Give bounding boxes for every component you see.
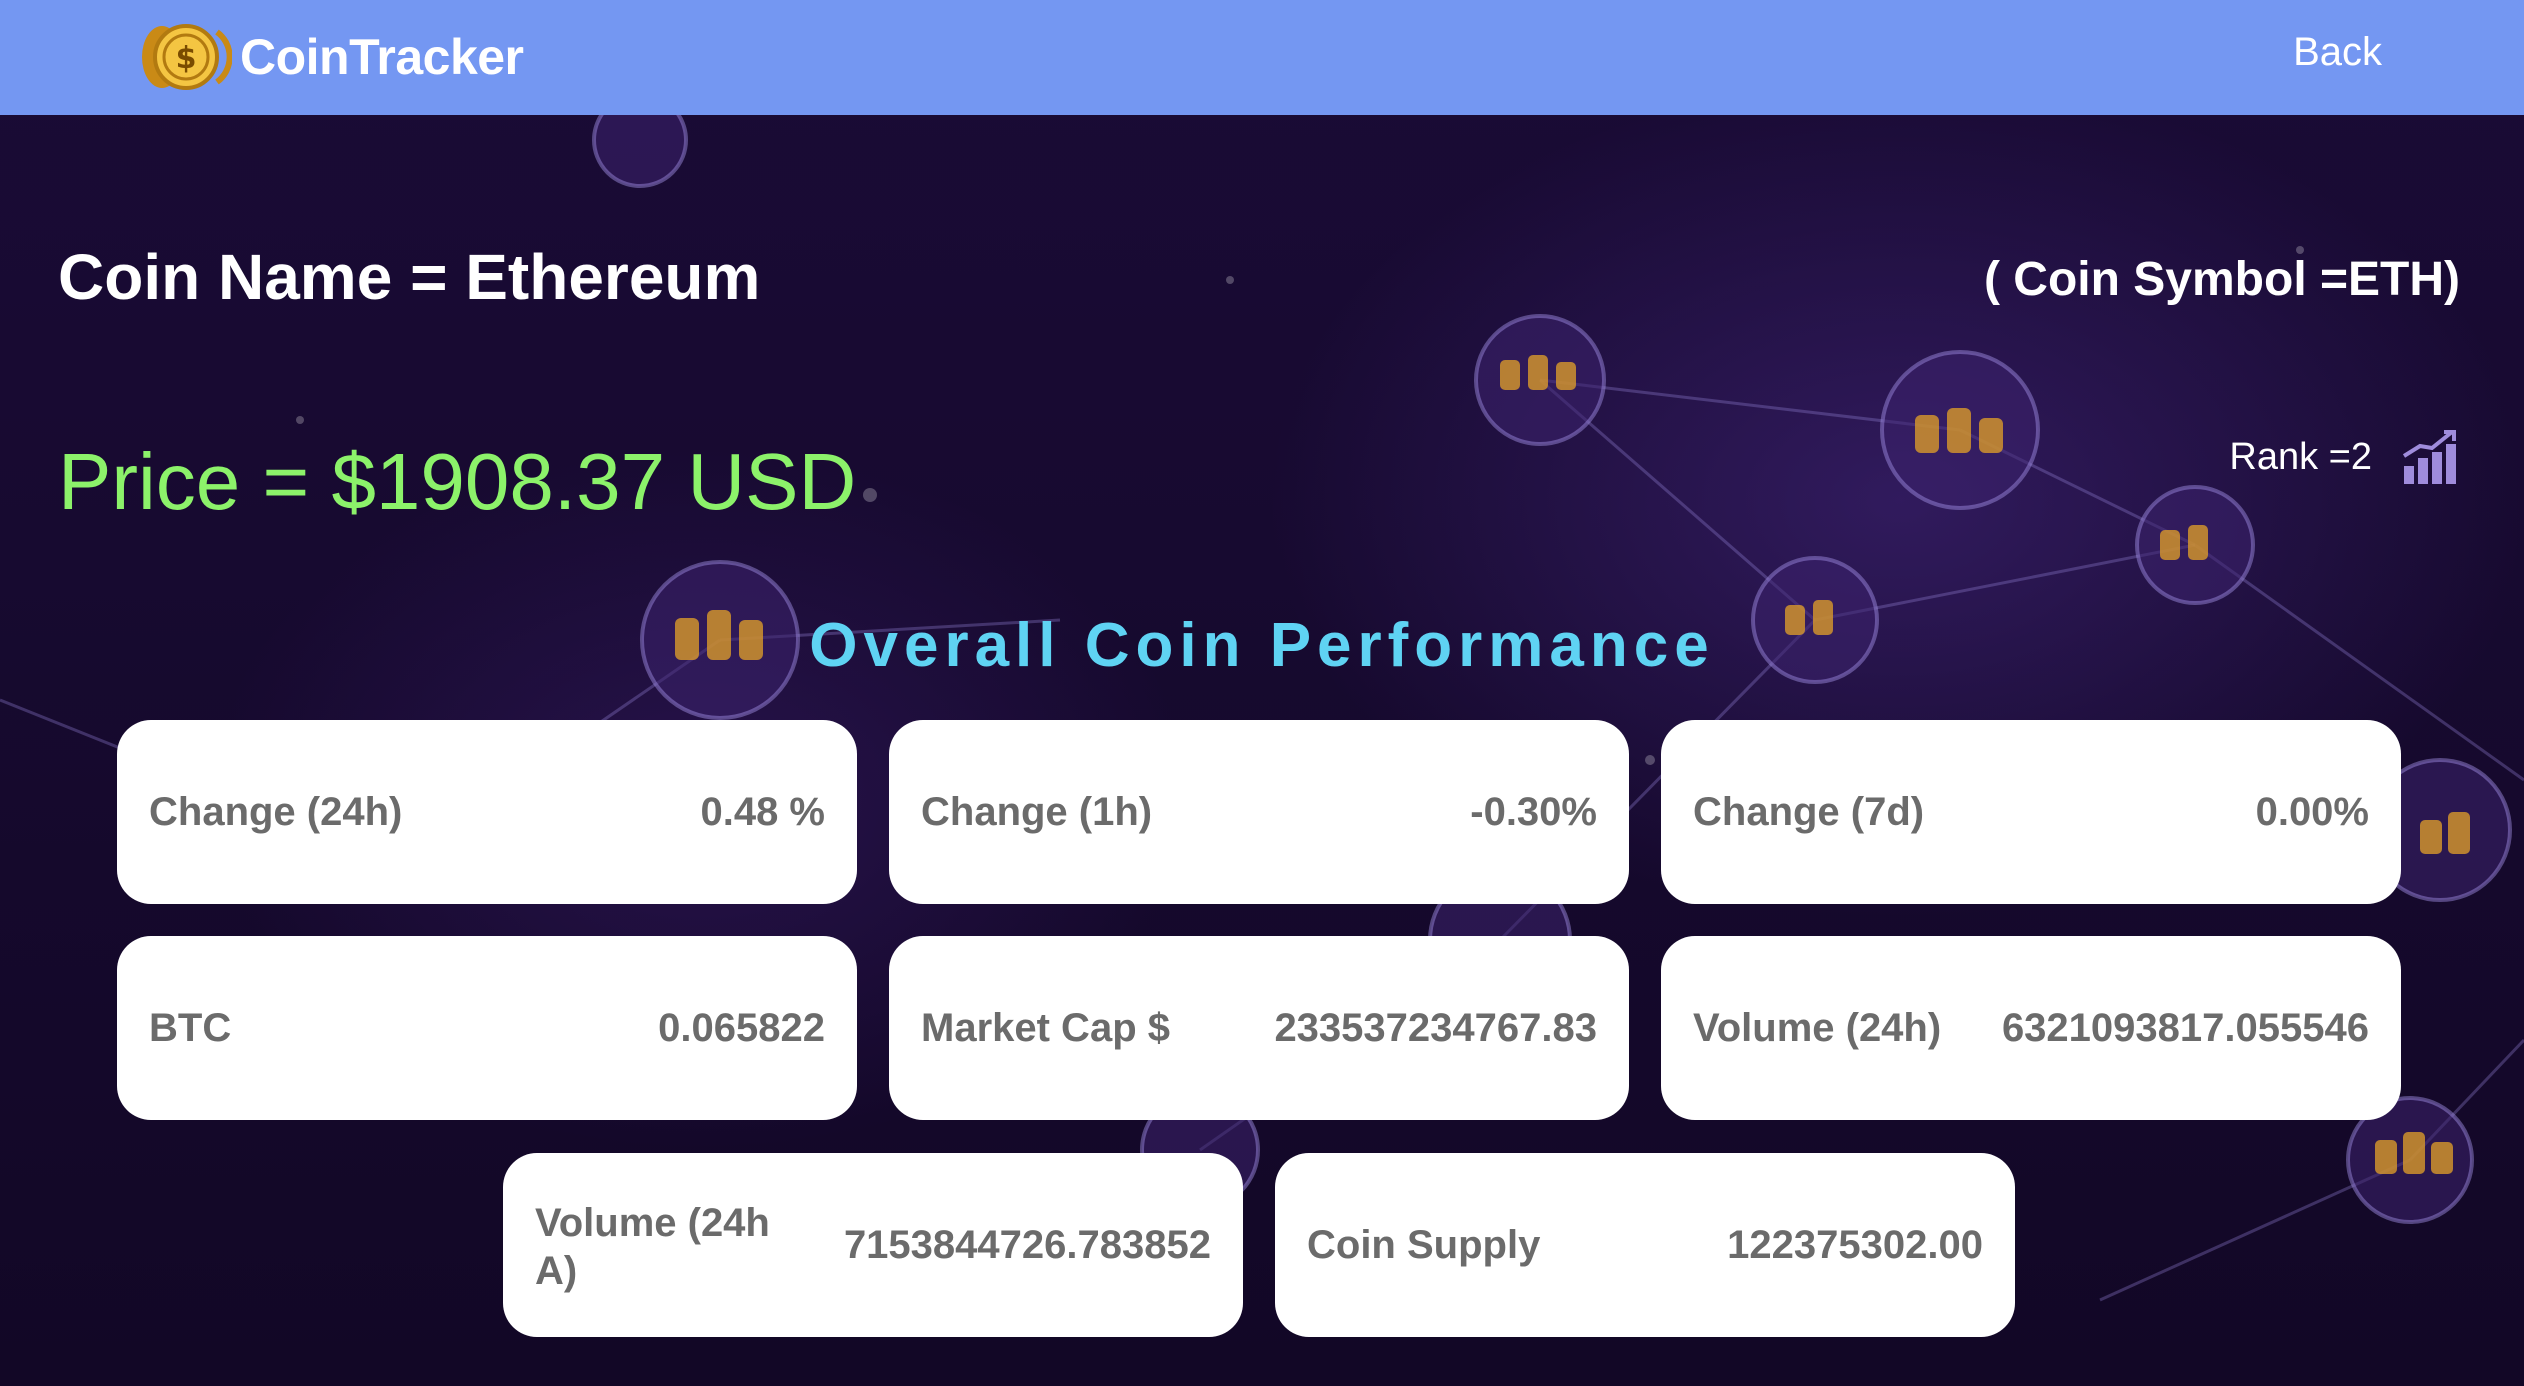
stat-value: 7153844726.783852 bbox=[843, 1222, 1211, 1267]
stat-card-change-7d: Change (7d) 0.00% bbox=[1661, 720, 2401, 904]
background-network-image bbox=[0, 0, 2524, 1386]
back-link[interactable]: Back bbox=[2293, 30, 2382, 75]
brand-link[interactable]: $ CoinTracker bbox=[140, 20, 524, 94]
stat-value: 0.065822 bbox=[658, 1005, 825, 1050]
stat-label: Market Cap $ bbox=[921, 1006, 1170, 1050]
bar-chart-up-icon bbox=[2402, 430, 2456, 484]
stat-card-volume-24h: Volume (24h) 6321093817.055546 bbox=[1661, 936, 2401, 1120]
svg-text:$: $ bbox=[176, 41, 197, 76]
stat-label: Volume (24h A) bbox=[535, 1201, 770, 1293]
stat-value: 0.48 % bbox=[700, 789, 825, 834]
stat-label: Coin Supply bbox=[1307, 1223, 1541, 1267]
stat-label: Change (7d) bbox=[1693, 790, 1925, 834]
stat-card-market-cap: Market Cap $ 233537234767.83 bbox=[889, 936, 1629, 1120]
performance-section-title: Overall Coin Performance bbox=[809, 611, 1715, 680]
coin-name-heading: Coin Name = Ethereum bbox=[58, 241, 761, 313]
rank-label: Rank =2 bbox=[2229, 435, 2372, 478]
coin-price: Price = $1908.37 USD bbox=[58, 437, 857, 526]
stat-label: Change (24h) bbox=[149, 790, 403, 834]
stat-card-coin-supply: Coin Supply 122375302.00 bbox=[1275, 1153, 2015, 1337]
stat-value: 0.00% bbox=[2255, 789, 2369, 834]
stat-label: BTC bbox=[149, 1006, 232, 1050]
stat-card-volume-24h-a: Volume (24h A) 7153844726.783852 bbox=[503, 1153, 1243, 1337]
stat-card-change-24h: Change (24h) 0.48 % bbox=[117, 720, 857, 904]
stat-value: 233537234767.83 bbox=[1274, 1005, 1597, 1050]
stat-label: Change (1h) bbox=[921, 790, 1153, 834]
top-navbar: $ CoinTracker Back bbox=[0, 0, 2524, 115]
coin-symbol-text: ( Coin Symbol =ETH) bbox=[1983, 253, 2460, 306]
stat-card-change-1h: Change (1h) -0.30% bbox=[889, 720, 1629, 904]
stat-label: Volume (24h) bbox=[1693, 1006, 1942, 1050]
brand-name: CoinTracker bbox=[240, 29, 524, 85]
stat-value: 122375302.00 bbox=[1727, 1222, 1983, 1267]
stat-value: -0.30% bbox=[1470, 789, 1597, 834]
stat-value: 6321093817.055546 bbox=[2001, 1005, 2369, 1050]
network-illustration bbox=[0, 92, 2524, 1302]
dollar-coin-icon: $ bbox=[142, 24, 232, 90]
stat-card-btc: BTC 0.065822 bbox=[117, 936, 857, 1120]
coin-rank: Rank =2 bbox=[2229, 428, 2460, 486]
